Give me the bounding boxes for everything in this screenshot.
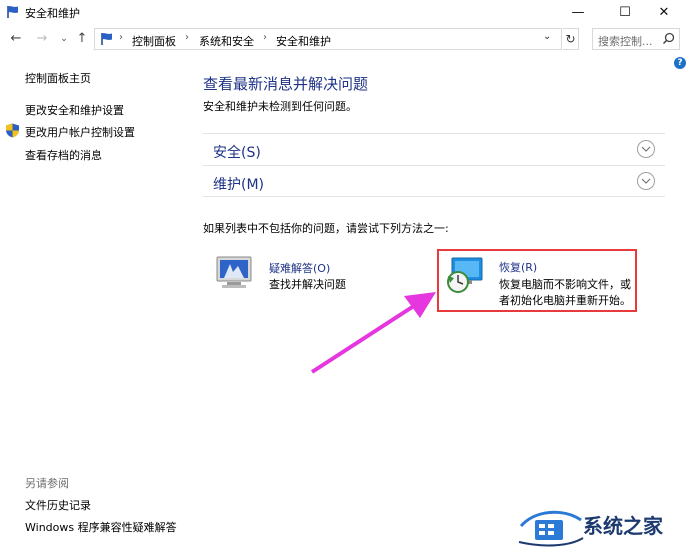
uac-shield-icon [6, 123, 19, 138]
search-input[interactable]: 搜索控制... [592, 28, 680, 50]
troubleshooting-link[interactable]: 疑难解答(O) [269, 260, 330, 276]
address-dropdown-button[interactable]: ⌄ [543, 31, 551, 42]
try-options-text: 如果列表中不包括你的问题，请尝试下列方法之一: [203, 222, 449, 235]
chevron-down-icon[interactable] [637, 172, 655, 190]
search-icon[interactable] [662, 32, 675, 45]
back-button[interactable]: ← [8, 30, 24, 48]
section-maintenance[interactable]: 维护(M) [203, 165, 665, 197]
status-text: 安全和维护未检测到任何问题。 [203, 100, 357, 113]
breadcrumb-separator: › [185, 32, 189, 43]
navigation-bar: ← → ⌄ ↑ › 控制面板 › 系统和安全 › 安全和维护 ⌄ ↻ 搜索控制.… [0, 28, 686, 52]
close-button[interactable]: ✕ [641, 0, 686, 24]
forward-button[interactable]: → [34, 30, 50, 48]
highlight-box [437, 249, 637, 312]
section-security-label: 安全(S) [213, 145, 261, 161]
title-bar: 安全和维护 — ☐ ✕ [0, 0, 686, 26]
recent-locations-button[interactable]: ⌄ [56, 30, 72, 48]
sidebar: 控制面板主页 更改安全和维护设置 更改用户帐户控制设置 查看存档的消息 另请参阅… [0, 60, 190, 550]
see-also-heading: 另请参阅 [25, 477, 69, 490]
page-title: 查看最新消息并解决问题 [203, 75, 369, 93]
help-icon[interactable]: ? [674, 57, 686, 69]
sidebar-item-uac-settings[interactable]: 更改用户帐户控制设置 [25, 124, 135, 140]
window-title: 安全和维护 [25, 7, 80, 20]
flag-icon [7, 6, 18, 18]
sidebar-item-change-settings[interactable]: 更改安全和维护设置 [25, 102, 124, 118]
chevron-down-icon[interactable] [637, 140, 655, 158]
breadcrumb-control-panel[interactable]: 控制面板 [132, 33, 176, 49]
up-button[interactable]: ↑ [74, 30, 90, 48]
flag-icon [101, 33, 112, 45]
see-also-file-history[interactable]: 文件历史记录 [25, 497, 91, 513]
section-security[interactable]: 安全(S) [203, 133, 665, 165]
see-also-compat-troubleshooter[interactable]: Windows 程序兼容性疑难解答 [25, 519, 177, 535]
breadcrumb-separator: › [263, 32, 267, 43]
breadcrumb-separator: › [119, 32, 123, 43]
breadcrumb-system-security[interactable]: 系统和安全 [199, 33, 254, 49]
breadcrumb-security-maintenance[interactable]: 安全和维护 [276, 33, 331, 49]
troubleshooting-icon[interactable] [214, 254, 254, 292]
minimize-button[interactable]: — [555, 0, 601, 24]
sidebar-item-home[interactable]: 控制面板主页 [25, 70, 91, 86]
sidebar-item-archived-messages[interactable]: 查看存档的消息 [25, 147, 102, 163]
search-placeholder: 搜索控制... [598, 35, 653, 48]
address-bar[interactable]: › 控制面板 › 系统和安全 › 安全和维护 ⌄ [94, 28, 562, 50]
troubleshooting-desc: 查找并解决问题 [269, 278, 346, 291]
watermark-text: 系统之家 [583, 514, 663, 538]
refresh-button[interactable]: ↻ [563, 28, 579, 50]
section-maintenance-label: 维护(M) [213, 177, 265, 193]
